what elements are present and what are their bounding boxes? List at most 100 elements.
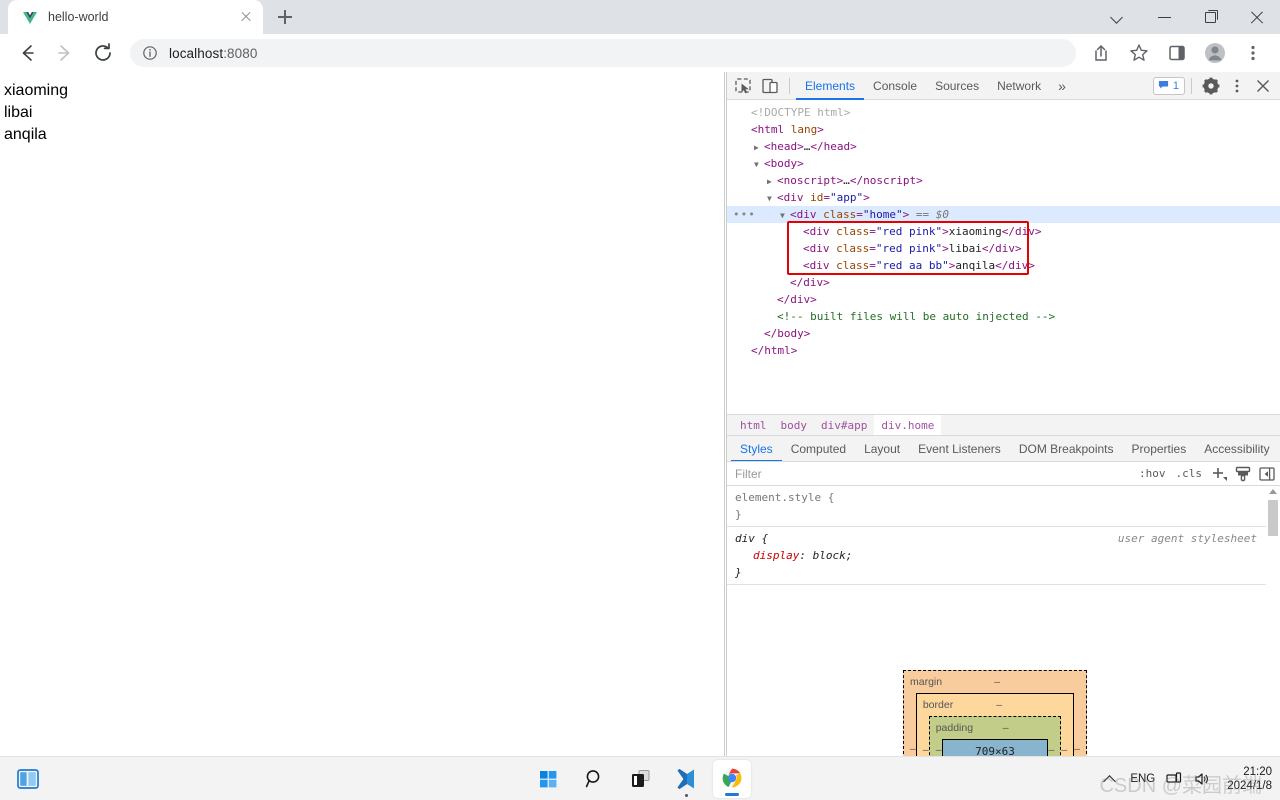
network-icon[interactable]	[1165, 770, 1183, 788]
device-toolbar-icon[interactable]	[757, 74, 783, 98]
expand-triangle-icon[interactable]: ▼	[767, 190, 777, 207]
box-model-margin[interactable]: margin – – border – – padding – – 709×63…	[903, 670, 1087, 756]
padding-right-value[interactable]: –	[1048, 742, 1054, 756]
styles-pane[interactable]: element.style { } user agent stylesheet …	[727, 486, 1267, 756]
language-indicator[interactable]: ENG	[1130, 773, 1155, 785]
browser-tab[interactable]: hello-world	[8, 0, 263, 34]
dom-token: <	[790, 208, 797, 221]
box-model-content-size[interactable]: 709×63	[941, 739, 1049, 756]
dom-node-row[interactable]: </body>	[727, 325, 1280, 342]
tab-elements[interactable]: Elements	[796, 72, 864, 100]
more-tabs-icon[interactable]: »	[1050, 78, 1074, 94]
tab-search-chevron-icon[interactable]	[1096, 0, 1142, 34]
dom-node-row[interactable]: <div class="red aa bb">anqila</div>	[727, 257, 1280, 274]
style-rule-element-style[interactable]: element.style { }	[727, 486, 1267, 527]
expand-triangle-icon[interactable]: ▶	[754, 139, 764, 156]
subtab-styles[interactable]: Styles	[731, 436, 782, 462]
padding-top-value[interactable]: –	[1003, 720, 1009, 737]
scroll-up-arrow-icon[interactable]	[1269, 489, 1277, 494]
inspect-element-icon[interactable]	[731, 74, 757, 98]
tab-console[interactable]: Console	[864, 72, 926, 100]
close-devtools-icon[interactable]	[1250, 74, 1276, 98]
dom-tree[interactable]: <!DOCTYPE html> <html lang> ▶ <head>…</head…	[727, 100, 1280, 414]
dom-node-row[interactable]: <div class="red pink">libai</div>	[727, 240, 1280, 257]
dom-node-row[interactable]: ▶ <noscript>…</noscript>	[727, 172, 1280, 189]
dom-node-row[interactable]: ▼ <body>	[727, 155, 1280, 172]
show-hidden-icons-icon[interactable]	[1100, 769, 1120, 789]
box-model-border[interactable]: border – – padding – – 709×63 – –	[915, 693, 1075, 757]
task-view-icon[interactable]	[621, 760, 659, 798]
share-icon[interactable]	[1085, 37, 1117, 69]
breadcrumb-body[interactable]: body	[774, 415, 815, 436]
dom-node-row[interactable]: ••• ▼ <div class="home"> == $0	[727, 206, 1280, 223]
dom-token: </	[849, 174, 864, 187]
paintbrush-icon[interactable]	[1231, 463, 1255, 485]
cls-toggle[interactable]: .cls	[1171, 467, 1208, 480]
chrome-icon[interactable]	[713, 760, 751, 798]
profile-avatar-icon[interactable]	[1199, 37, 1231, 69]
widgets-icon[interactable]	[10, 761, 46, 797]
dom-node-row[interactable]: ▶ <head>…</head>	[727, 138, 1280, 155]
breadcrumb-html[interactable]: html	[733, 415, 774, 436]
volume-icon[interactable]	[1193, 770, 1211, 788]
maximize-icon[interactable]	[1188, 0, 1234, 34]
minimize-icon[interactable]	[1142, 0, 1188, 34]
reload-icon[interactable]	[87, 37, 119, 69]
subtab-properties[interactable]: Properties	[1123, 436, 1196, 462]
expand-triangle-icon[interactable]: ▼	[780, 207, 790, 224]
close-window-icon[interactable]	[1234, 0, 1280, 34]
node-badge-icon[interactable]: •••	[733, 206, 756, 223]
start-windows-icon[interactable]	[529, 760, 567, 798]
subtab-computed[interactable]: Computed	[782, 436, 855, 462]
forward-icon[interactable]	[49, 37, 81, 69]
breadcrumb-div-app[interactable]: div#app	[814, 415, 874, 436]
dom-node-row[interactable]: <!DOCTYPE html>	[727, 104, 1280, 121]
margin-top-value[interactable]: –	[994, 674, 1000, 691]
dom-node-row[interactable]: <div class="red pink">xiaoming</div>	[727, 223, 1280, 240]
styles-scrollbar[interactable]	[1266, 486, 1280, 756]
dom-node-row[interactable]: <!-- built files will be auto injected -…	[727, 308, 1280, 325]
expand-triangle-icon[interactable]: ▶	[767, 173, 777, 190]
dom-node-row[interactable]: </div>	[727, 291, 1280, 308]
dom-node-row[interactable]: ▼ <div id="app">	[727, 189, 1280, 206]
plus-icon[interactable]	[1207, 463, 1231, 485]
style-rule-div[interactable]: user agent stylesheet div { display: blo…	[727, 527, 1267, 585]
styles-filter-bar: Filter :hov .cls	[727, 461, 1280, 486]
filter-input[interactable]: Filter	[735, 467, 1134, 481]
subtab-event-listeners[interactable]: Event Listeners	[909, 436, 1010, 462]
border-right-value[interactable]: –	[1061, 742, 1067, 757]
dom-node-row[interactable]: </div>	[727, 274, 1280, 291]
tab-close-icon[interactable]	[237, 8, 255, 26]
hov-toggle[interactable]: :hov	[1134, 467, 1171, 480]
margin-right-value[interactable]: –	[1074, 741, 1080, 756]
gear-icon[interactable]	[1198, 74, 1224, 98]
border-top-value[interactable]: –	[996, 697, 1002, 714]
subtab-accessibility[interactable]: Accessibility	[1195, 436, 1278, 462]
back-icon[interactable]	[11, 37, 43, 69]
scrollbar-thumb[interactable]	[1268, 500, 1278, 536]
breadcrumb-div-home[interactable]: div.home	[874, 414, 942, 436]
side-panel-icon[interactable]	[1161, 37, 1193, 69]
dom-node-row[interactable]: <html lang>	[727, 121, 1280, 138]
panel-toggle-icon[interactable]	[1255, 463, 1279, 485]
tab-network[interactable]: Network	[988, 72, 1050, 100]
new-tab-button[interactable]	[271, 3, 299, 31]
bookmark-star-icon[interactable]	[1123, 37, 1155, 69]
box-model-padding[interactable]: padding – – 709×63 –	[928, 716, 1062, 756]
address-bar[interactable]: localhost:8080	[130, 39, 1076, 67]
subtab-dom-breakpoints[interactable]: DOM Breakpoints	[1010, 436, 1123, 462]
css-declaration[interactable]: display: block;	[735, 547, 1259, 564]
more-options-icon[interactable]	[1224, 74, 1250, 98]
search-icon[interactable]	[575, 760, 613, 798]
dom-node-row[interactable]: </html>	[727, 342, 1280, 359]
vscode-icon[interactable]	[667, 760, 705, 798]
site-info-icon[interactable]	[142, 45, 158, 61]
chrome-menu-icon[interactable]	[1237, 37, 1269, 69]
message-count-badge[interactable]: 1	[1152, 76, 1185, 95]
devtools-toolbar: Elements Console Sources Network » 1	[727, 72, 1280, 100]
tab-sources[interactable]: Sources	[926, 72, 988, 100]
subtab-layout[interactable]: Layout	[855, 436, 909, 462]
dom-token: <	[777, 191, 784, 204]
clock[interactable]: 21:20 2024/1/8	[1227, 765, 1272, 794]
expand-triangle-icon[interactable]: ▼	[754, 156, 764, 173]
